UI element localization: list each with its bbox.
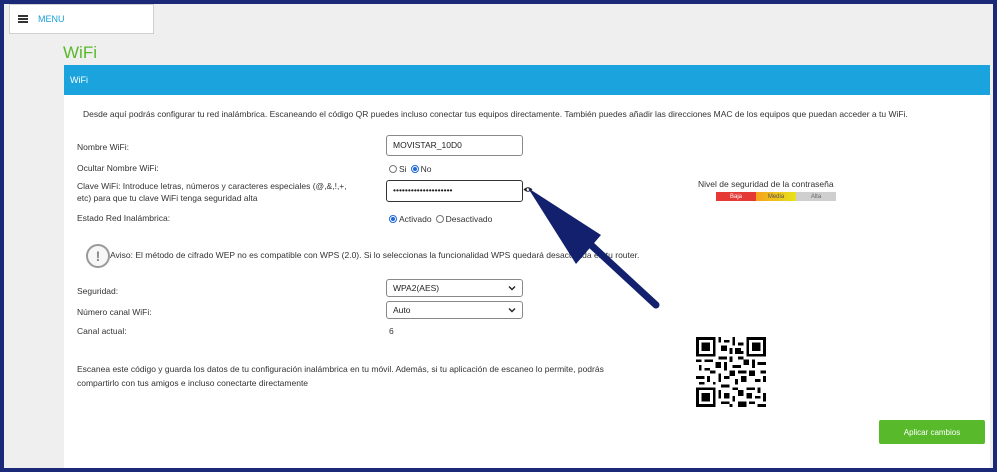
ssid-label: Nombre WiFi: (77, 142, 129, 152)
password-input[interactable]: •••••••••••••••••••• (386, 180, 523, 202)
hamburger-icon (18, 15, 28, 23)
hide-ssid-radio-group: Si No (389, 164, 435, 174)
wifi-qr-code (696, 337, 766, 407)
current-channel-label: Canal actual: (77, 326, 127, 336)
hide-ssid-option-si-label: Si (399, 164, 407, 174)
radio-icon (389, 165, 397, 173)
card-header-title: WiFi (70, 75, 88, 85)
radio-selected-icon (410, 165, 419, 173)
apply-changes-button[interactable]: Aplicar cambios (879, 420, 985, 444)
strength-medium: Media (756, 192, 796, 201)
channel-label: Número canal WiFi: (77, 307, 152, 317)
card-description: Desde aquí podrás configurar tu red inal… (83, 109, 908, 119)
chevron-down-icon (508, 308, 516, 313)
menu-label: MENU (38, 14, 65, 24)
page-frame: MENU WiFi WiFi Desde aquí podrás configu… (4, 4, 993, 468)
card-header: WiFi (64, 65, 990, 95)
state-option-desactivado[interactable]: Desactivado (435, 214, 493, 224)
security-select-value: WPA2(AES) (393, 283, 440, 293)
wifi-card: WiFi Desde aquí podrás configurar tu red… (64, 65, 990, 468)
chevron-down-icon (508, 286, 516, 291)
hide-ssid-option-si[interactable]: Si (389, 164, 407, 174)
eye-icon[interactable] (523, 186, 533, 193)
radio-selected-icon (389, 215, 397, 223)
network-state-label: Estado Red Inalámbrica: (77, 213, 171, 223)
warning-icon: ! (86, 244, 110, 268)
qr-description-line2: compartirlo con tus amigos e incluso con… (77, 378, 309, 388)
wps-warning-text: Aviso: El método de cifrado WEP no es co… (110, 250, 640, 260)
security-label: Seguridad: (77, 286, 119, 296)
state-option-activado-label: Activado (399, 214, 432, 224)
hide-ssid-option-no[interactable]: No (410, 164, 432, 174)
current-channel-value: 6 (389, 326, 394, 336)
network-state-radio-group: Activado Desactivado (389, 214, 496, 224)
ssid-input[interactable]: MOVISTAR_10D0 (386, 135, 523, 156)
strength-title: Nivel de seguridad de la contraseña (698, 179, 834, 189)
radio-icon (435, 215, 444, 223)
strength-low: Baja (716, 192, 756, 201)
menu-button[interactable]: MENU (9, 4, 154, 34)
password-label-line2: etc) para que tu clave WiFi tenga seguri… (77, 193, 258, 203)
hide-ssid-option-no-label: No (420, 164, 432, 174)
channel-select-value: Auto (393, 305, 411, 315)
security-select[interactable]: WPA2(AES) (386, 279, 523, 297)
strength-meter: Baja Media Alta (716, 192, 836, 201)
channel-select[interactable]: Auto (386, 301, 523, 319)
qr-description-line1: Escanea este código y guarda los datos d… (77, 364, 604, 374)
page-title: WiFi (63, 43, 97, 62)
password-label-line1: Clave WiFi: Introduce letras, números y … (77, 181, 347, 191)
state-option-activado[interactable]: Activado (389, 214, 432, 224)
strength-high: Alta (796, 192, 836, 201)
hide-ssid-label: Ocultar Nombre WiFi: (77, 163, 159, 173)
state-option-desactivado-label: Desactivado (445, 214, 493, 224)
